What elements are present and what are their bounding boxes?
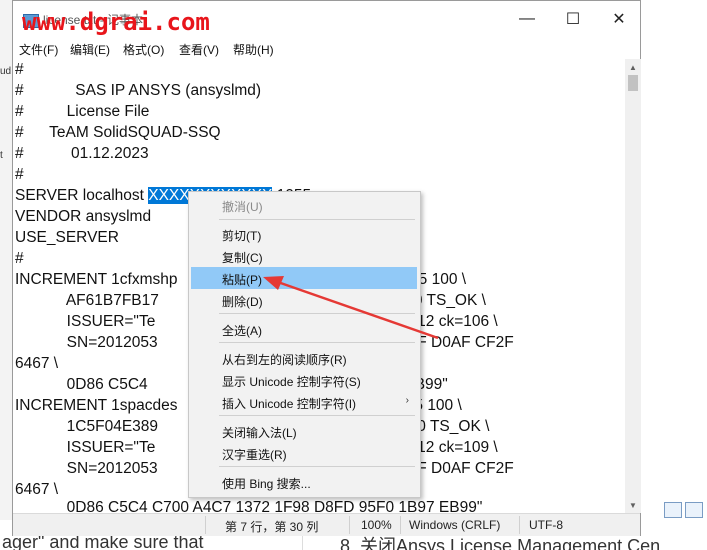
background-page-left: ud t: [0, 0, 12, 520]
cursor-position: 第 7 行，第 30 列: [225, 520, 319, 534]
view-mode-icons: [664, 502, 703, 518]
watermark-text: www.dgrai.com: [22, 8, 210, 36]
menu-item-cut[interactable]: 剪切(T): [191, 223, 417, 245]
status-divider: [205, 516, 206, 534]
menu-format[interactable]: 格式(O): [123, 41, 164, 58]
server-prefix: SERVER localhost: [15, 187, 149, 204]
menu-edit[interactable]: 编辑(E): [70, 41, 110, 58]
menu-item-select-all[interactable]: 全选(A): [191, 318, 417, 340]
status-divider: [519, 516, 520, 534]
menu-item-delete[interactable]: 删除(D): [191, 289, 417, 311]
menu-bar: 文件(F) 编辑(E) 格式(O) 查看(V) 帮助(H): [13, 37, 640, 59]
menu-separator: [219, 466, 415, 467]
close-button[interactable]: ✕: [596, 1, 642, 37]
status-bar: 第 7 行，第 30 列 100% Windows (CRLF) UTF-8: [13, 513, 640, 536]
picture-view-icon[interactable]: [685, 502, 703, 518]
menu-separator: [219, 342, 415, 343]
submenu-arrow-icon: ›: [405, 395, 409, 406]
menu-view[interactable]: 查看(V): [179, 41, 219, 58]
status-divider: [400, 516, 401, 534]
editor-line: # TeAM SolidSQUAD-SSQ: [15, 124, 221, 141]
bg-fragment: t: [0, 150, 3, 161]
editor-line: # SAS IP ANSYS (ansyslmd): [15, 82, 262, 99]
menu-separator: [219, 415, 415, 416]
zoom-level: 100%: [361, 518, 392, 532]
menu-item-undo[interactable]: 撤消(U): [191, 194, 417, 216]
editor-line: # License File: [15, 103, 150, 120]
context-menu: 撤消(U) 剪切(T) 复制(C) 粘贴(P) 删除(D) 全选(A) 从右到左…: [188, 191, 421, 498]
editor-line: VENDOR ansyslmd: [15, 208, 152, 225]
bg-fragment: ud: [0, 66, 12, 77]
editor-line: 0D86 C5C4 C700 A4C7 1372 1F98 D8FD 95F0 …: [15, 499, 483, 513]
minimize-button[interactable]: —: [504, 1, 550, 37]
menu-item-copy[interactable]: 复制(C): [191, 245, 417, 267]
encoding: UTF-8: [529, 518, 563, 532]
list-view-icon[interactable]: [664, 502, 682, 518]
menu-item-paste[interactable]: 粘贴(P): [191, 267, 417, 289]
maximize-button[interactable]: ☐: [550, 1, 596, 37]
scroll-down-arrow-icon[interactable]: ▼: [625, 497, 641, 513]
menu-item-insert-unicode[interactable]: 插入 Unicode 控制字符(I) ›: [191, 391, 417, 413]
menu-item-bing-search[interactable]: 使用 Bing 搜索...: [191, 471, 417, 493]
editor-line: #: [15, 250, 24, 267]
vertical-scrollbar[interactable]: ▲ ▼: [625, 59, 641, 513]
editor-line: #: [15, 61, 24, 78]
editor-line: #: [15, 166, 24, 183]
menu-item-reconversion[interactable]: 汉字重选(R): [191, 442, 417, 464]
menu-item-close-ime[interactable]: 关闭输入法(L): [191, 420, 417, 442]
scroll-thumb[interactable]: [628, 75, 638, 91]
status-divider: [349, 516, 350, 534]
editor-line: USE_SERVER: [15, 229, 119, 246]
menu-separator: [219, 219, 415, 220]
menu-separator: [219, 313, 415, 314]
menu-file[interactable]: 文件(F): [19, 41, 58, 58]
editor-line: # 01.12.2023: [15, 145, 149, 162]
menu-item-rtl-reading[interactable]: 从右到左的阅读顺序(R): [191, 347, 417, 369]
background-page-right: [641, 0, 707, 520]
scroll-up-arrow-icon[interactable]: ▲: [625, 59, 641, 75]
menu-item-show-unicode[interactable]: 显示 Unicode 控制字符(S): [191, 369, 417, 391]
menu-help[interactable]: 帮助(H): [233, 41, 274, 58]
line-ending: Windows (CRLF): [409, 518, 501, 532]
editor-line: 6467 \: [15, 355, 59, 372]
